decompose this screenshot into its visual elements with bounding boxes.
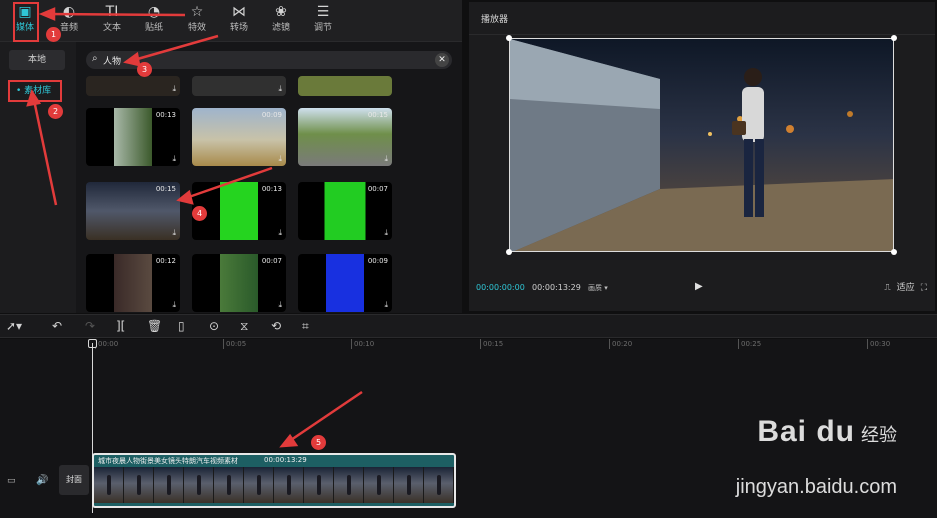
watermark-url: jingyan.baidu.com bbox=[735, 476, 897, 498]
annotation-badge: 2 bbox=[48, 104, 63, 119]
app-root: ▣ 媒体 ◐ 音频 TI 文本 ◔ 贴纸 ☆ 特效 ⋈ 转场 ❀ 滤镜 ☰ 调节… bbox=[0, 0, 937, 518]
annotation-badge: 5 bbox=[311, 435, 326, 450]
annotation-badge: 4 bbox=[192, 206, 207, 221]
annotation-badge: 3 bbox=[137, 62, 152, 77]
annotation-badge: 1 bbox=[46, 27, 61, 42]
baidu-watermark: Bai du 经验 bbox=[757, 415, 897, 448]
